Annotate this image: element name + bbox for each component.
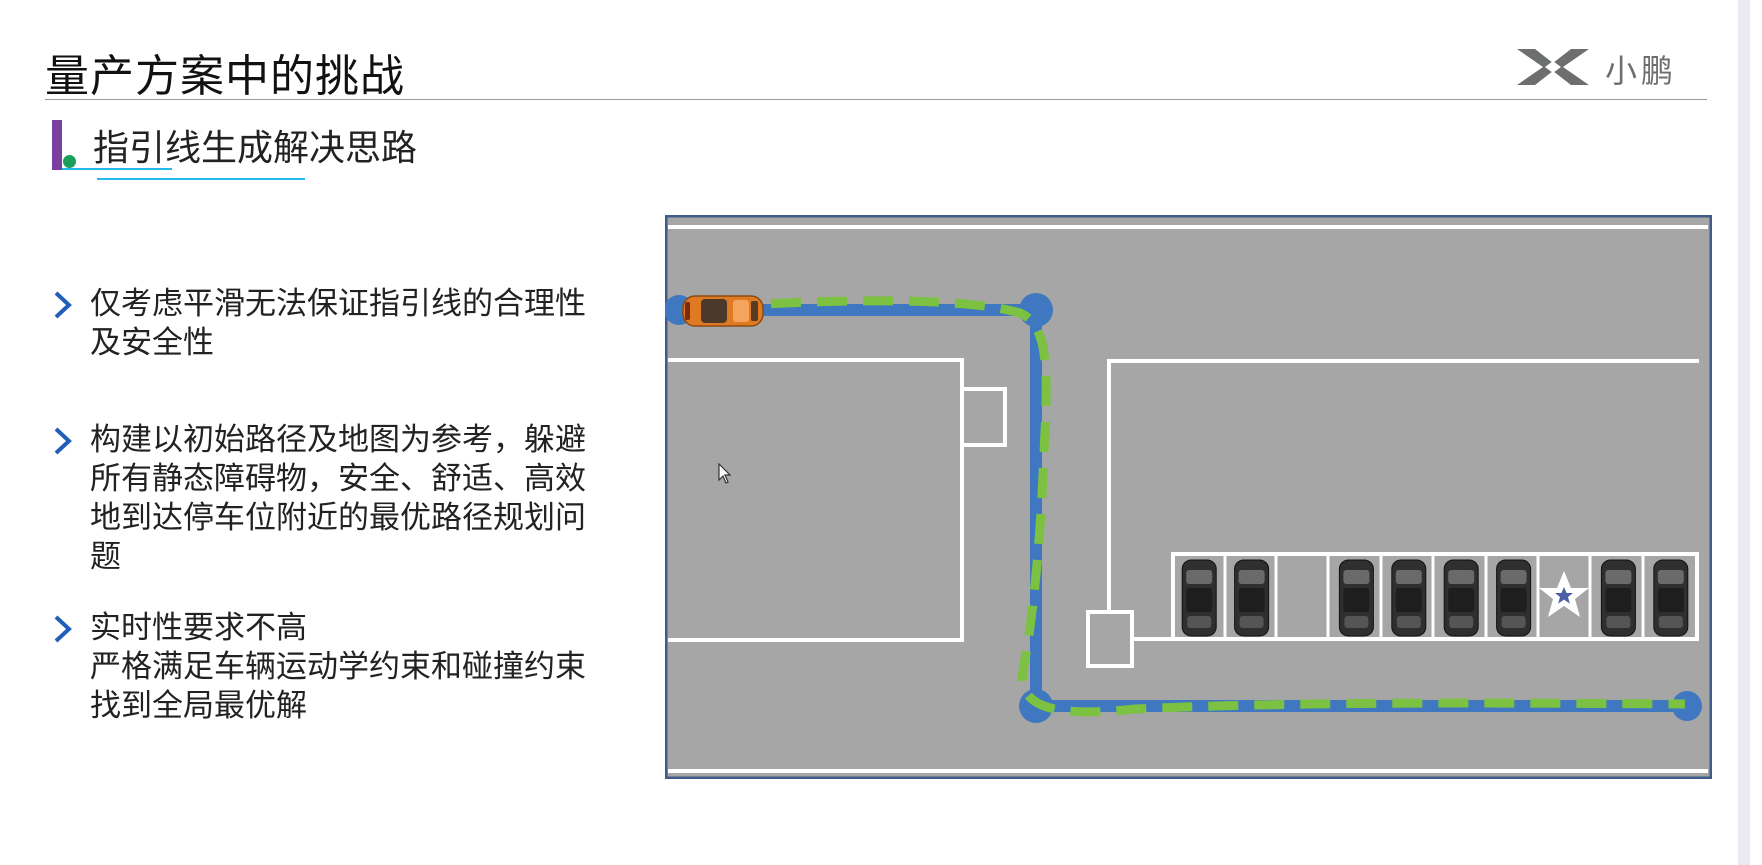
bullet-line: 地到达停车位附近的最优路径规划问 xyxy=(90,500,586,536)
parked-car xyxy=(1391,559,1427,637)
xpeng-x-logo-icon xyxy=(1515,45,1591,93)
mouse-pointer-icon xyxy=(718,463,732,484)
brand-name: 小鹏 xyxy=(1605,52,1678,90)
slide: 量产方案中的挑战 小鹏 指引线生成解决思路 仅考虑平滑无法保证指引线的合理性 及… xyxy=(0,0,1750,865)
section-accent-bar xyxy=(52,120,62,170)
section-underline xyxy=(97,178,305,180)
bullet-item: 仅考虑平滑无法保证指引线的合理性 及安全性 xyxy=(52,285,632,363)
bullet-list: 仅考虑平滑无法保证指引线的合理性 及安全性 构建以初始路径及地图为参考，躲避 所… xyxy=(52,285,632,726)
chevron-right-icon xyxy=(52,421,90,461)
bullet-line: 及安全性 xyxy=(90,325,214,361)
ego-car xyxy=(682,295,764,327)
parking-path-diagram xyxy=(665,215,1712,779)
bullet-text: 实时性要求不高 严格满足车辆运动学约束和碰撞约束 找到全局最优解 xyxy=(90,609,586,726)
section-title: 指引线生成解决思路 xyxy=(93,128,418,169)
chevron-right-icon xyxy=(52,285,90,325)
bullet-line: 找到全局最优解 xyxy=(90,688,307,724)
bullet-text: 仅考虑平滑无法保证指引线的合理性 及安全性 xyxy=(90,285,586,363)
parked-car xyxy=(1600,559,1636,637)
bullet-line: 所有静态障碍物，安全、舒适、高效 xyxy=(90,461,586,497)
parked-car xyxy=(1338,559,1374,637)
parked-car xyxy=(1653,559,1689,637)
page-title: 量产方案中的挑战 xyxy=(45,51,405,102)
brand-logo: 小鹏 xyxy=(1515,45,1677,93)
bullet-line: 仅考虑平滑无法保证指引线的合理性 xyxy=(90,286,586,322)
chevron-right-icon xyxy=(52,609,90,649)
bullet-line: 题 xyxy=(90,539,121,575)
bullet-item: 构建以初始路径及地图为参考，躲避 所有静态障碍物，安全、舒适、高效 地到达停车位… xyxy=(52,421,632,577)
scroll-edge xyxy=(1738,0,1750,865)
title-divider xyxy=(45,99,1707,100)
bullet-item: 实时性要求不高 严格满足车辆运动学约束和碰撞约束 找到全局最优解 xyxy=(52,609,632,726)
bullet-line: 严格满足车辆运动学约束和碰撞约束 xyxy=(90,649,586,685)
parked-car xyxy=(1234,559,1270,637)
parked-car xyxy=(1443,559,1479,637)
parked-car xyxy=(1496,559,1532,637)
bullet-text: 构建以初始路径及地图为参考，躲避 所有静态障碍物，安全、舒适、高效 地到达停车位… xyxy=(90,421,586,577)
parked-car xyxy=(1181,559,1217,637)
section-accent-dot xyxy=(63,155,76,168)
bullet-line: 实时性要求不高 xyxy=(90,610,307,646)
bullet-line: 构建以初始路径及地图为参考，躲避 xyxy=(90,422,586,458)
